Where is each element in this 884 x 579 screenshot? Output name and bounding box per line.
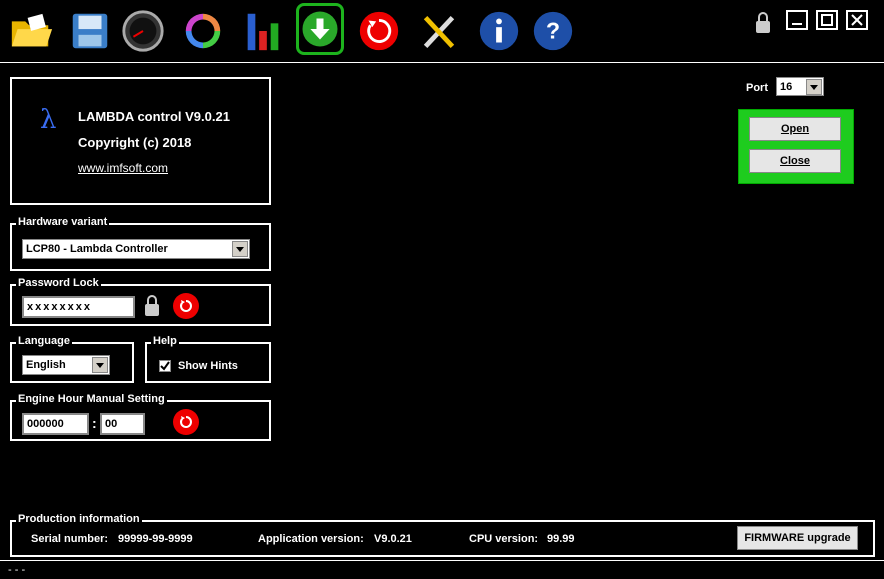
maximize-button[interactable] bbox=[816, 10, 838, 30]
app-title: LAMBDA control V9.0.21 bbox=[78, 109, 230, 124]
firmware-upgrade-button[interactable]: FIRMWARE upgrade bbox=[737, 526, 858, 550]
language-group: Language English bbox=[10, 335, 134, 383]
status-bar: - - - bbox=[0, 560, 884, 579]
help-title: Help bbox=[151, 335, 179, 347]
open-button[interactable]: Open bbox=[749, 117, 841, 141]
gauge-icon[interactable] bbox=[118, 6, 168, 56]
cycle-arrows-icon[interactable] bbox=[178, 6, 228, 56]
cpu-version-value: 99.99 bbox=[547, 533, 575, 545]
time-separator: : bbox=[92, 415, 97, 431]
password-input[interactable]: xxxxxxxx bbox=[22, 296, 135, 318]
engine-hour-reset-icon[interactable] bbox=[173, 409, 199, 435]
minimize-button[interactable] bbox=[786, 10, 808, 30]
hardware-variant-group: Hardware variant LCP80 - Lambda Controll… bbox=[10, 216, 271, 271]
language-select[interactable]: English bbox=[22, 355, 110, 375]
engine-minutes-value: 00 bbox=[105, 418, 118, 430]
status-text: - - - bbox=[8, 564, 26, 576]
about-panel: λ LAMBDA control V9.0.21 Copyright (c) 2… bbox=[10, 77, 271, 205]
port-buttons-panel: Open Close bbox=[738, 109, 854, 184]
engine-hours-input[interactable]: 000000 bbox=[22, 413, 89, 435]
application-version-label: Application version: bbox=[258, 533, 364, 545]
lock-icon[interactable] bbox=[750, 10, 776, 36]
password-lock-title: Password Lock bbox=[16, 277, 101, 289]
copyright-text: Copyright (c) 2018 bbox=[78, 135, 192, 150]
port-select[interactable]: 16 bbox=[776, 77, 824, 96]
password-reset-icon[interactable] bbox=[173, 293, 199, 319]
show-hints-label: Show Hints bbox=[178, 360, 238, 372]
serial-number-value: 99999-99-9999 bbox=[118, 533, 193, 545]
port-value: 16 bbox=[780, 81, 793, 93]
lambda-logo: λ bbox=[40, 105, 57, 135]
chevron-down-icon bbox=[806, 79, 822, 95]
port-label: Port bbox=[746, 82, 768, 94]
close-button[interactable]: Close bbox=[749, 149, 841, 173]
password-value: xxxxxxxx bbox=[27, 301, 92, 313]
password-lock-group: Password Lock xxxxxxxx bbox=[10, 277, 271, 326]
language-title: Language bbox=[16, 335, 72, 347]
engine-minutes-input[interactable]: 00 bbox=[100, 413, 145, 435]
engine-hour-title: Engine Hour Manual Setting bbox=[16, 393, 167, 405]
help-group: Help Show Hints bbox=[145, 335, 271, 383]
help-icon[interactable]: ? bbox=[528, 6, 578, 56]
hardware-variant-value: LCP80 - Lambda Controller bbox=[26, 243, 168, 255]
tools-icon[interactable] bbox=[414, 6, 464, 56]
engine-hours-value: 000000 bbox=[27, 418, 64, 430]
application-version-value: V9.0.21 bbox=[374, 533, 412, 545]
hardware-variant-select[interactable]: LCP80 - Lambda Controller bbox=[22, 239, 250, 259]
info-icon[interactable] bbox=[474, 6, 524, 56]
website-link[interactable]: www.imfsoft.com bbox=[78, 161, 168, 175]
toolbar: ? bbox=[0, 0, 884, 63]
show-hints-checkbox[interactable] bbox=[159, 360, 171, 372]
reset-icon[interactable] bbox=[354, 6, 404, 56]
chevron-down-icon bbox=[92, 357, 108, 373]
bar-chart-icon[interactable] bbox=[238, 6, 288, 56]
svg-text:?: ? bbox=[546, 18, 560, 44]
open-folder-icon[interactable] bbox=[6, 6, 56, 56]
lock-icon[interactable] bbox=[140, 294, 164, 318]
save-disk-icon[interactable] bbox=[65, 6, 115, 56]
close-window-button[interactable] bbox=[846, 10, 868, 30]
production-info-title: Production information bbox=[16, 513, 142, 525]
cpu-version-label: CPU version: bbox=[469, 533, 539, 545]
engine-hour-group: Engine Hour Manual Setting 000000 : 00 bbox=[10, 393, 271, 441]
hardware-variant-title: Hardware variant bbox=[16, 216, 110, 228]
download-arrow-icon[interactable] bbox=[296, 3, 344, 55]
language-value: English bbox=[26, 359, 66, 371]
serial-number-label: Serial number: bbox=[31, 533, 109, 545]
production-info-group: Production information Serial number: 99… bbox=[10, 513, 875, 557]
chevron-down-icon bbox=[232, 241, 248, 257]
